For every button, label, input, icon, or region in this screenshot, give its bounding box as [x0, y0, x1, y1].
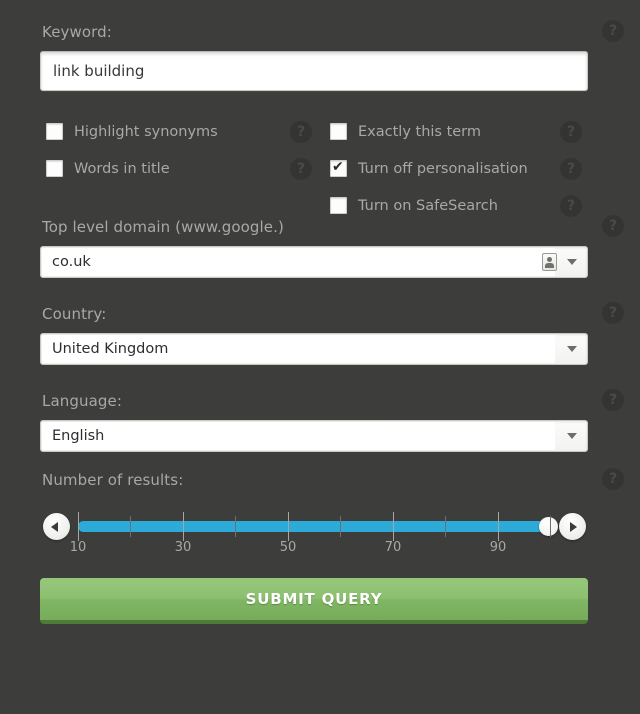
tld-combobox[interactable]: co.uk [40, 246, 588, 278]
language-field-group: Language: ? [40, 389, 624, 411]
slider-tick-major [183, 512, 184, 541]
search-options-grid: Highlight synonyms ? Words in title ? Ex… [40, 113, 588, 217]
slider-tick-minor [235, 516, 236, 537]
search-options-panel: Keyword: ? Highlight synonyms ? Words in… [0, 0, 640, 714]
language-value[interactable]: English [42, 422, 555, 450]
results-slider-handle[interactable] [539, 517, 558, 536]
slider-tick-label: 10 [69, 540, 87, 555]
chevron-down-icon[interactable] [567, 433, 577, 439]
decrement-results-button[interactable] [43, 513, 70, 540]
highlight-synonyms-label[interactable]: Highlight synonyms [74, 124, 218, 140]
language-help-icon[interactable]: ? [602, 389, 624, 411]
contact-card-icon[interactable] [542, 253, 557, 271]
submit-query-button[interactable]: SUBMIT QUERY [40, 578, 588, 624]
increment-results-button[interactable] [559, 513, 586, 540]
turn-off-personalisation-help-icon[interactable]: ? [560, 157, 582, 180]
words-in-title-label[interactable]: Words in title [74, 161, 170, 177]
slider-tick-major [288, 512, 289, 541]
results-field-group: Number of results: ? [40, 468, 624, 490]
option-words-in-title[interactable]: Words in title ? [46, 150, 322, 187]
turn-off-personalisation-checkbox[interactable] [330, 157, 347, 177]
words-in-title-checkbox[interactable] [46, 160, 63, 177]
slider-tick-label: 50 [279, 540, 297, 555]
tld-value[interactable]: co.uk [42, 248, 555, 276]
keyword-field-group: Keyword: ? [40, 20, 624, 42]
highlight-synonyms-help-icon[interactable]: ? [290, 120, 312, 143]
country-help-icon[interactable]: ? [602, 302, 624, 324]
keyword-label: Keyword: [42, 23, 112, 41]
keyword-help-icon[interactable]: ? [602, 20, 624, 42]
slider-tick-label: 30 [174, 540, 192, 555]
results-slider-track-area[interactable]: 10 30 50 70 90 [70, 502, 558, 568]
country-value[interactable]: United Kingdom [42, 335, 555, 363]
slider-tick-major [498, 512, 499, 541]
turn-on-safesearch-help-icon[interactable]: ? [560, 194, 582, 217]
option-highlight-synonyms[interactable]: Highlight synonyms ? [46, 113, 322, 150]
tld-help-icon[interactable]: ? [602, 215, 624, 237]
options-column-right: Exactly this term ? Turn off personalisa… [330, 113, 622, 224]
chevron-down-icon[interactable] [567, 346, 577, 352]
options-column-left: Highlight synonyms ? Words in title ? [46, 113, 322, 187]
country-select[interactable]: United Kingdom [40, 333, 588, 365]
turn-on-safesearch-checkbox[interactable] [330, 197, 347, 214]
country-label: Country: [42, 305, 107, 323]
exactly-this-term-help-icon[interactable]: ? [560, 120, 582, 143]
slider-tick-minor [340, 516, 341, 537]
exactly-this-term-checkbox[interactable] [330, 123, 347, 140]
slider-tick-minor [130, 516, 131, 537]
turn-on-safesearch-label[interactable]: Turn on SafeSearch [358, 198, 498, 214]
country-field-group: Country: ? [40, 302, 624, 324]
results-slider[interactable]: 10 30 50 70 90 [40, 502, 588, 568]
results-label: Number of results: [42, 471, 184, 489]
exactly-this-term-label[interactable]: Exactly this term [358, 124, 481, 140]
keyword-input[interactable] [40, 51, 588, 91]
option-turn-off-personalisation[interactable]: Turn off personalisation ? [330, 150, 622, 187]
tld-label: Top level domain (www.google.) [42, 218, 284, 236]
option-exactly-this-term[interactable]: Exactly this term ? [330, 113, 622, 150]
slider-tick-minor [445, 516, 446, 537]
turn-off-personalisation-label[interactable]: Turn off personalisation [358, 161, 528, 177]
words-in-title-help-icon[interactable]: ? [290, 157, 312, 180]
slider-tick-label: 70 [384, 540, 402, 555]
results-slider-track[interactable] [78, 521, 550, 532]
highlight-synonyms-checkbox[interactable] [46, 123, 63, 140]
slider-tick-major [78, 512, 79, 541]
language-select[interactable]: English [40, 420, 588, 452]
slider-tick-major [393, 512, 394, 541]
results-help-icon[interactable]: ? [602, 468, 624, 490]
language-label: Language: [42, 392, 122, 410]
tld-field-group: Top level domain (www.google.) ? [40, 215, 624, 237]
slider-tick-minor [550, 516, 551, 537]
chevron-down-icon[interactable] [567, 259, 577, 265]
slider-tick-label: 90 [489, 540, 507, 555]
